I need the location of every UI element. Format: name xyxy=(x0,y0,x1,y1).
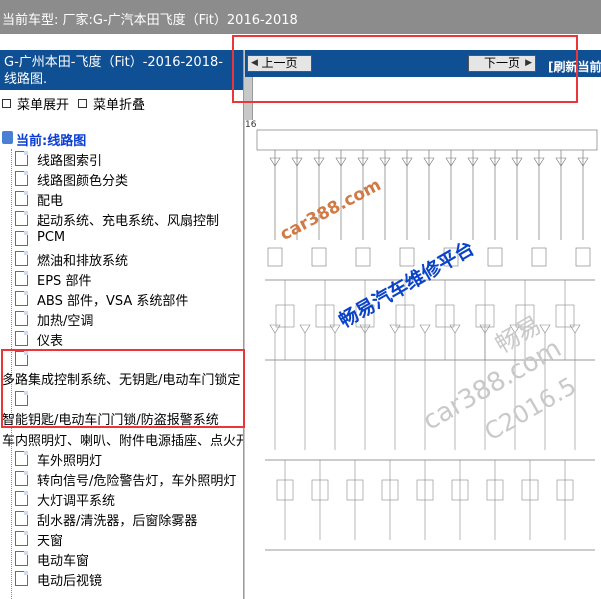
document-icon xyxy=(15,151,28,166)
tree-item-label: 大灯调平系统 xyxy=(37,494,116,509)
tree-item[interactable]: 配电 xyxy=(0,189,243,209)
tree-item[interactable]: EPS 部件 xyxy=(0,269,243,289)
menu-expand-button[interactable]: 菜单展开 xyxy=(2,94,69,113)
tree-item-label: 电动后视镜 xyxy=(37,574,103,589)
tree-item[interactable]: 天窗 xyxy=(0,529,243,549)
tree-root-current[interactable]: 当前:线路图 xyxy=(0,129,243,149)
document-icon xyxy=(15,471,28,486)
tree-item[interactable]: ABS 部件，VSA 系统部件 xyxy=(0,289,243,309)
tree-item[interactable]: 电动后视镜 xyxy=(0,569,243,589)
tree-item-label: 车内照明灯、喇叭、附件电源插座、点火开 xyxy=(2,434,243,449)
highlight-box-menu xyxy=(1,349,245,428)
top-status-bar: 当前车型: 厂家:G-广汽本田飞度（Fit）2016-2018 xyxy=(0,0,601,34)
wiring-diagram-drawing xyxy=(256,129,598,551)
menu-operations: 菜单展开 菜单折叠 xyxy=(0,94,243,113)
tree-item-label: 电动车窗 xyxy=(37,554,90,569)
diagram-component xyxy=(487,247,503,267)
document-icon xyxy=(15,491,28,506)
tree-item[interactable]: 转向信号/危险警告灯，车外照明灯 xyxy=(0,469,243,489)
diagram-diode xyxy=(269,324,281,334)
sidebar: G-广州本田-飞度（Fit）-2016-2018- 线路图. 菜单展开 菜单折叠… xyxy=(0,50,243,599)
diagram-component xyxy=(311,247,327,267)
tree-item[interactable]: 燃油和排放系统 xyxy=(0,249,243,269)
diagram-diode xyxy=(419,324,431,334)
diagram-connector-block xyxy=(256,129,598,151)
tree-item-label: 车外照明灯 xyxy=(37,454,103,469)
tree-item-label: 加热/空调 xyxy=(37,314,94,329)
document-icon xyxy=(15,511,28,526)
highlight-box-nav xyxy=(232,35,578,103)
tree-item-label: ABS 部件，VSA 系统部件 xyxy=(37,294,189,309)
tree-item-label: 天窗 xyxy=(37,534,64,549)
document-icon xyxy=(15,571,28,586)
tree-item-label: 配电 xyxy=(37,194,64,209)
sidebar-title: G-广州本田-飞度（Fit）-2016-2018- 线路图. xyxy=(0,50,243,90)
diagram-component xyxy=(267,247,283,267)
document-icon xyxy=(15,451,28,466)
document-icon xyxy=(15,211,28,226)
tree-item-label: 转向信号/危险警告灯，车外照明灯 xyxy=(37,474,237,489)
square-icon xyxy=(2,99,11,108)
tree-item-label: 线路图索引 xyxy=(37,154,103,169)
diagram-diode xyxy=(329,324,341,334)
tree-item[interactable]: 车外照明灯 xyxy=(0,449,243,469)
tree-item-label: 刮水器/清洗器，后窗除雾器 xyxy=(37,514,198,529)
document-icon xyxy=(15,531,28,546)
tree-item[interactable]: 线路图索引 xyxy=(0,149,243,169)
tree-item[interactable]: 线路图颜色分类 xyxy=(0,169,243,189)
document-icon xyxy=(15,271,28,286)
document-icon xyxy=(15,291,28,306)
tree-item-label: 起动系统、充电系统、风扇控制 xyxy=(37,214,220,229)
tree-item-label: 线路图颜色分类 xyxy=(37,174,129,189)
tree-item-label: EPS 部件 xyxy=(37,274,92,289)
tree-item-label: PCM xyxy=(37,230,66,245)
diagram-diode xyxy=(389,324,401,334)
tree-item[interactable]: 仪表 xyxy=(0,329,243,349)
tree-item[interactable]: 电动车窗 xyxy=(0,549,243,569)
diagram-diode xyxy=(299,324,311,334)
tree-item-label: 仪表 xyxy=(37,334,64,349)
diagram-component xyxy=(355,247,371,267)
current-model-text: 当前车型: 厂家:G-广汽本田飞度（Fit）2016-2018 xyxy=(2,13,298,28)
document-icon xyxy=(15,171,28,186)
page-number: 16 xyxy=(245,120,257,130)
tree-item[interactable]: 加热/空调 xyxy=(0,309,243,329)
tree-item[interactable]: 起动系统、充电系统、风扇控制 xyxy=(0,209,243,229)
document-icon xyxy=(15,251,28,266)
diagram-component xyxy=(399,247,415,267)
diagram-component xyxy=(443,247,459,267)
diagram-diode xyxy=(569,324,581,334)
diagram-diode xyxy=(449,324,461,334)
tree-item[interactable]: 车内照明灯、喇叭、附件电源插座、点火开 xyxy=(0,429,243,449)
diagram-diode xyxy=(509,324,521,334)
wiring-diagram: 16 car388.com 畅易汽车维修平台 畅易 car388.com C20… xyxy=(245,120,601,599)
tree-item-label: 燃油和排放系统 xyxy=(37,254,129,269)
diagram-component xyxy=(531,247,547,267)
document-icon xyxy=(15,191,28,206)
document-icon xyxy=(15,551,28,566)
square-icon xyxy=(78,99,87,108)
tree-item[interactable]: 刮水器/清洗器，后窗除雾器 xyxy=(0,509,243,529)
document-icon xyxy=(15,331,28,346)
document-icon xyxy=(15,311,28,326)
document-icon xyxy=(15,231,28,246)
tree-item[interactable]: PCM xyxy=(0,229,243,249)
tree-item[interactable]: 大灯调平系统 xyxy=(0,489,243,509)
diagram-diode xyxy=(539,324,551,334)
diagram-component xyxy=(575,247,591,267)
folder-icon xyxy=(2,131,13,144)
menu-collapse-button[interactable]: 菜单折叠 xyxy=(78,94,145,113)
